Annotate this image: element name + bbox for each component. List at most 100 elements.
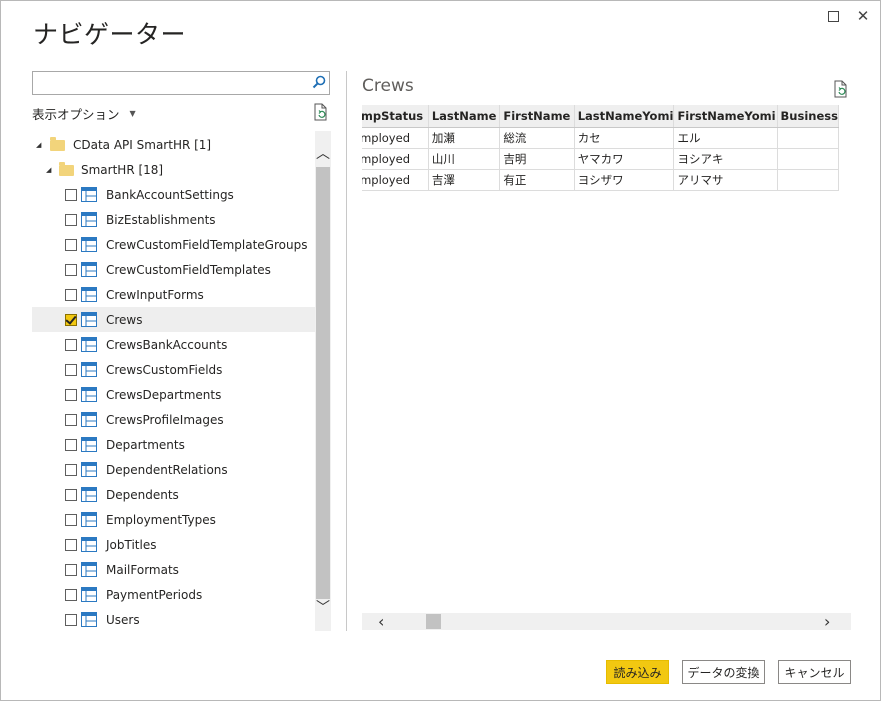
tree-item-checkbox[interactable]	[65, 214, 77, 226]
tree-item[interactable]: CrewsProfileImages	[32, 407, 315, 432]
tree-item[interactable]: CrewCustomFieldTemplateGroups	[32, 232, 315, 257]
table-row: employed山川吉明ヤマカワヨシアキ	[362, 148, 840, 170]
tree-item-checkbox[interactable]	[65, 589, 77, 601]
tree-item[interactable]: PaymentPeriods	[32, 582, 315, 607]
tree-item-checkbox[interactable]	[65, 539, 77, 551]
collapse-arrow-icon[interactable]: ◢	[46, 166, 51, 174]
table-cell: 吉明	[499, 148, 575, 170]
preview-refresh-icon[interactable]	[833, 80, 849, 98]
tree-item[interactable]: CrewsBankAccounts	[32, 332, 315, 357]
tree-item-checkbox[interactable]	[65, 514, 77, 526]
collapse-arrow-icon[interactable]: ◢	[36, 141, 41, 149]
tree-item[interactable]: Dependents	[32, 482, 315, 507]
table-icon	[81, 387, 97, 402]
table-cell	[777, 127, 840, 149]
search-box	[32, 71, 330, 95]
tree-item[interactable]: BizEstablishments	[32, 207, 315, 232]
tree-item[interactable]: JobTitles	[32, 532, 315, 557]
search-input[interactable]	[33, 73, 311, 93]
folder-icon	[59, 162, 74, 176]
tree-item-checkbox[interactable]	[65, 264, 77, 276]
tree-item-checkbox[interactable]	[65, 239, 77, 251]
tree-item-checkbox[interactable]	[65, 189, 77, 201]
table-cell: エル	[673, 127, 778, 149]
tree-item[interactable]: CrewsDepartments	[32, 382, 315, 407]
tree-item[interactable]: CrewsCustomFields	[32, 357, 315, 382]
close-icon: ✕	[856, 6, 870, 25]
tree-node-smarthr[interactable]: ◢ SmartHR [18]	[32, 157, 315, 182]
column-header[interactable]: EmpStatus	[362, 105, 429, 128]
table-cell: ヤマカワ	[574, 148, 675, 170]
tree-item-checkbox[interactable]	[65, 489, 77, 501]
table-icon	[81, 612, 97, 627]
column-header[interactable]: FirstNameYomi	[673, 105, 778, 128]
table-cell: ヨシザワ	[574, 169, 675, 191]
display-options-dropdown[interactable]: 表示オプション ▼	[32, 104, 136, 123]
column-header[interactable]: FirstName	[499, 105, 575, 128]
tree-item-checkbox[interactable]	[65, 439, 77, 451]
close-button[interactable]: ✕	[853, 7, 873, 25]
pane-divider[interactable]	[346, 71, 347, 631]
tree-node-label: SmartHR [18]	[81, 162, 164, 177]
tree-item-checkbox[interactable]	[65, 289, 77, 301]
tree-item[interactable]: MailFormats	[32, 557, 315, 582]
preview-table: EmpStatusLastNameFirstNameLastNameYomiFi…	[362, 105, 840, 191]
tree-item-checkbox[interactable]	[65, 314, 77, 326]
tree-item-checkbox[interactable]	[65, 364, 77, 376]
navigator-tree: ◢ CData API SmartHR [1] ◢ SmartHR [18] B…	[32, 131, 315, 631]
cancel-button[interactable]: キャンセル	[778, 660, 851, 684]
table-icon	[81, 262, 97, 277]
maximize-button[interactable]	[823, 7, 843, 25]
preview-horizontal-scrollbar[interactable]: ‹ ›	[362, 613, 851, 630]
column-header[interactable]: LastName	[428, 105, 501, 128]
load-button[interactable]: 読み込み	[606, 660, 669, 684]
tree-item-checkbox[interactable]	[65, 614, 77, 626]
tree-item[interactable]: CrewInputForms	[32, 282, 315, 307]
tree-item-label: EmploymentTypes	[106, 512, 216, 527]
column-header[interactable]: LastNameYomi	[574, 105, 675, 128]
tree-item[interactable]: DependentRelations	[32, 457, 315, 482]
tree-item[interactable]: CrewCustomFieldTemplates	[32, 257, 315, 282]
tree-item[interactable]: Crews	[32, 307, 315, 332]
tree-item-label: DependentRelations	[106, 462, 228, 477]
tree-item-label: CrewCustomFieldTemplateGroups	[106, 237, 308, 252]
tree-item-label: CrewCustomFieldTemplates	[106, 262, 271, 277]
scrollbar-thumb[interactable]	[426, 614, 441, 629]
tree-item[interactable]: EmploymentTypes	[32, 507, 315, 532]
scroll-right-icon[interactable]: ›	[824, 613, 830, 630]
tree-item-checkbox[interactable]	[65, 339, 77, 351]
tree-item[interactable]: Departments	[32, 432, 315, 457]
scroll-up-icon[interactable]: ︿	[316, 147, 330, 161]
tree-item-label: CrewsProfileImages	[106, 412, 224, 427]
tree-item-checkbox[interactable]	[65, 464, 77, 476]
preview-title: Crews	[362, 76, 414, 96]
table-cell: employed	[362, 127, 429, 149]
table-icon	[81, 537, 97, 552]
tree-node-cdata-api-smarthr[interactable]: ◢ CData API SmartHR [1]	[32, 132, 315, 157]
navigator-dialog: ナビゲーター ✕ 表示オプション ▼ ◢ CData API SmartHR […	[0, 0, 881, 701]
table-cell: 加瀬	[428, 127, 501, 149]
scrollbar-thumb[interactable]	[316, 167, 330, 599]
table-icon	[81, 462, 97, 477]
scroll-down-icon[interactable]: ﹀	[316, 601, 330, 615]
column-header[interactable]: Business	[777, 105, 840, 128]
table-cell	[777, 169, 840, 191]
tree-item-checkbox[interactable]	[65, 564, 77, 576]
table-icon	[81, 362, 97, 377]
table-cell: 山川	[428, 148, 501, 170]
tree-item-label: BizEstablishments	[106, 212, 216, 227]
scroll-left-icon[interactable]: ‹	[378, 613, 384, 630]
tree-vertical-scrollbar[interactable]: ︿ ﹀	[315, 131, 331, 631]
tree-item[interactable]: BankAccountSettings	[32, 182, 315, 207]
transform-data-button[interactable]: データの変換	[682, 660, 765, 684]
tree-item-label: MailFormats	[106, 562, 179, 577]
refresh-icon[interactable]	[313, 103, 329, 121]
table-cell: employed	[362, 148, 429, 170]
tree-item-checkbox[interactable]	[65, 389, 77, 401]
tree-item[interactable]: Users	[32, 607, 315, 631]
search-icon[interactable]	[312, 75, 326, 89]
table-icon	[81, 437, 97, 452]
tree-item-checkbox[interactable]	[65, 414, 77, 426]
table-icon	[81, 587, 97, 602]
tree-item-label: CrewsCustomFields	[106, 362, 223, 377]
